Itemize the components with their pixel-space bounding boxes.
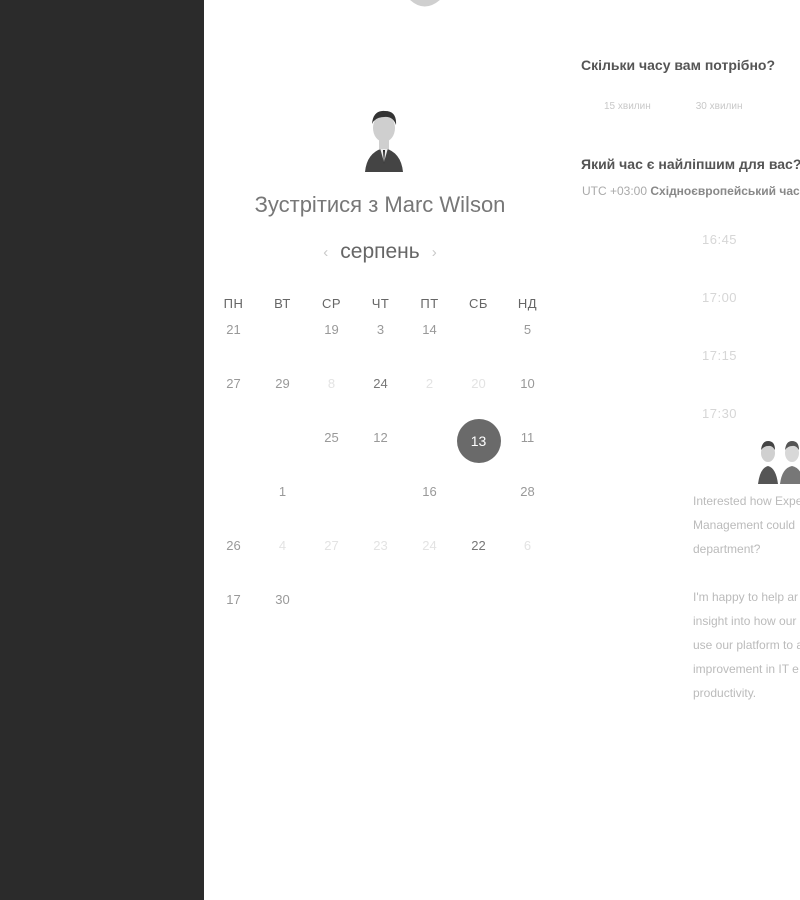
calendar-day (209, 428, 258, 482)
calendar-day (209, 482, 258, 536)
weekday-label: ЧТ (371, 296, 390, 311)
duration-options: 15 хвилин 30 хвилин (604, 101, 743, 112)
calendar-day[interactable]: 26 (209, 536, 258, 590)
time-slot[interactable]: 16:45 (702, 232, 737, 247)
calendar-day[interactable]: 29 (258, 374, 307, 428)
calendar-day[interactable]: 25 (307, 428, 356, 482)
calendar-day (356, 590, 405, 644)
calendar-day[interactable]: 4 (258, 536, 307, 590)
calendar-day[interactable]: 8 (307, 374, 356, 428)
timezone-name: Східноєвропейський час (650, 184, 800, 198)
calendar-day[interactable]: 6 (503, 536, 552, 590)
calendar-day[interactable]: 12 (356, 428, 405, 482)
calendar-day[interactable]: 21 (209, 320, 258, 374)
time-slot[interactable]: 17:30 (702, 406, 737, 421)
calendar-day[interactable]: 2 (405, 374, 454, 428)
weekday-label: ВТ (274, 296, 291, 311)
calendar-day[interactable]: 22 (454, 536, 503, 590)
calendar-day[interactable]: 14 (405, 320, 454, 374)
weekday-label: ПН (223, 296, 244, 311)
weekday-label: ПТ (420, 296, 439, 311)
timezone-offset: UTC +03:00 (582, 184, 648, 198)
calendar-day[interactable]: 11 (503, 428, 552, 482)
selected-day-label: 13 (456, 419, 501, 463)
calendar-day[interactable]: 3 (356, 320, 405, 374)
chevron-right-icon[interactable]: › (432, 244, 437, 261)
weekday-label: СР (321, 296, 342, 311)
logo-fragment-icon (410, 0, 440, 7)
duration-option-15[interactable]: 15 хвилин (604, 101, 651, 112)
calendar-day (307, 482, 356, 536)
calendar-day[interactable]: 28 (503, 482, 552, 536)
description-paragraph: Interested how Expe Management could dep… (693, 494, 800, 556)
calendar-days: 21 19 3 14 5 27 29 8 24 2 20 10 25 12 13 11 1 16 28 26 4 27 23… (209, 320, 552, 644)
weekday-header: ПН ВТ СР ЧТ ПТ СБ НД (209, 296, 552, 316)
calendar-day[interactable]: 23 (356, 536, 405, 590)
calendar-day[interactable]: 30 (258, 590, 307, 644)
timezone-label[interactable]: UTC +03:00 Східноєвропейський час (582, 184, 800, 198)
calendar-day[interactable]: 5 (503, 320, 552, 374)
description-paragraph: I'm happy to help ar insight into how ou… (693, 590, 800, 700)
time-slot[interactable]: 17:15 (702, 348, 737, 363)
meeting-description: Interested how Expe Management could dep… (693, 489, 800, 729)
calendar-day[interactable]: 24 (356, 374, 405, 428)
calendar-day (307, 590, 356, 644)
weekday-label: СБ (469, 296, 488, 311)
time-question: Який час є найліпшим для вас? (581, 156, 800, 172)
chevron-left-icon[interactable]: ‹ (323, 244, 328, 261)
team-avatars (758, 441, 800, 484)
meeting-title: Зустрітися з Marc Wilson (254, 192, 506, 217)
time-slot[interactable]: 17:00 (702, 290, 737, 305)
calendar-day[interactable]: 24 (405, 536, 454, 590)
calendar-day[interactable]: 10 (503, 374, 552, 428)
duration-question: Скільки часу вам потрібно? (581, 57, 776, 73)
calendar-day (356, 482, 405, 536)
calendar-day (258, 320, 307, 374)
calendar-day (503, 590, 552, 644)
calendar-day[interactable]: 16 (405, 482, 454, 536)
calendar-day[interactable]: 19 (307, 320, 356, 374)
left-dark-panel (0, 0, 204, 900)
calendar-day (454, 590, 503, 644)
calendar-day (454, 320, 503, 374)
calendar-day (454, 482, 503, 536)
calendar-day[interactable]: 1 (258, 482, 307, 536)
calendar-day[interactable]: 27 (209, 374, 258, 428)
calendar-day (258, 428, 307, 482)
selected-day[interactable]: 13 (454, 419, 503, 482)
host-avatar (365, 110, 403, 172)
month-label: серпень (340, 240, 420, 263)
duration-option-30[interactable]: 30 хвилин (696, 101, 743, 112)
calendar-day[interactable]: 17 (209, 590, 258, 644)
weekday-label: НД (517, 296, 538, 311)
month-navigation: ‹ серпень › (210, 238, 550, 266)
calendar-day (405, 590, 454, 644)
calendar-day[interactable]: 27 (307, 536, 356, 590)
calendar-day (405, 428, 454, 482)
